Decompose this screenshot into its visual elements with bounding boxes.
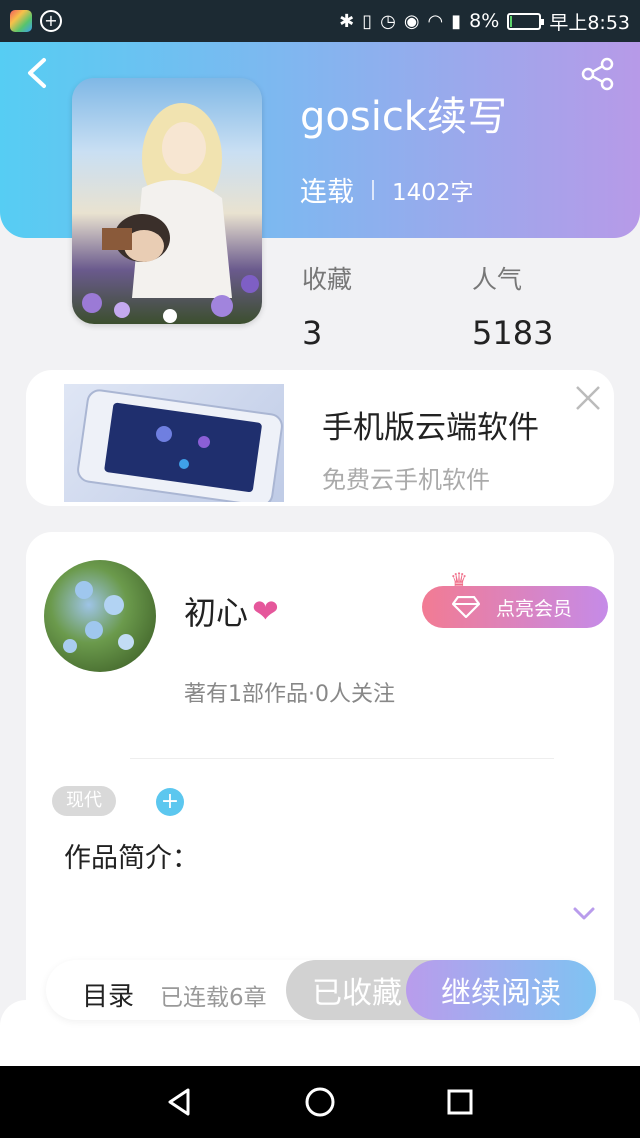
ad-image[interactable] <box>64 384 284 502</box>
battery-icon <box>507 12 545 30</box>
vibrate-icon: ▯ <box>362 10 373 32</box>
genre-tag[interactable]: 现代 <box>52 786 116 816</box>
author-name-row[interactable]: 初心 ❤ <box>184 588 279 634</box>
book-title: gosick续写 <box>300 94 507 140</box>
continue-reading-button[interactable]: 继续阅读 <box>406 960 596 1020</box>
ad-title[interactable]: 手机版云端软件 <box>322 402 539 447</box>
battery-level <box>510 15 513 27</box>
chevron-left-icon[interactable] <box>22 56 52 90</box>
add-tag-button[interactable]: + <box>156 788 184 816</box>
bluetooth-icon: ✱ <box>339 10 355 32</box>
word-count: 1402字 <box>392 179 474 206</box>
status-right: ✱ ▯ ◷ ◉ ◠ ▮ 8% 早上8:53 <box>339 8 630 35</box>
book-cover <box>72 78 262 324</box>
member-button-label[interactable]: 点亮会员 <box>496 594 572 621</box>
favorites-label: 收藏 <box>302 265 353 294</box>
favorites-stat: 收藏 3 <box>302 260 352 352</box>
intro-label: 作品简介： <box>64 843 199 874</box>
phone-illustration <box>77 389 283 502</box>
action-bar: 目录 已连载6章 已收藏 继续阅读 <box>46 960 596 1020</box>
alarm-icon: ◷ <box>380 10 396 32</box>
catalog-button[interactable]: 目录 <box>82 976 134 1013</box>
sim-alert-icon: ▮ <box>451 10 462 32</box>
plus-notification-icon: + <box>40 10 62 32</box>
heart-icon: ❤ <box>252 592 279 630</box>
status-bar: + ✱ ▯ ◷ ◉ ◠ ▮ 8% 早上8:53 <box>0 0 640 42</box>
avatar[interactable] <box>44 560 156 672</box>
recents-square-icon[interactable] <box>440 1082 480 1122</box>
home-circle-icon[interactable] <box>300 1082 340 1122</box>
app-notification-icon <box>10 10 32 32</box>
chevron-down-icon[interactable] <box>572 906 596 922</box>
popularity-value: 5183 <box>472 314 554 352</box>
popularity-label: 人气 <box>472 265 523 294</box>
chapters-count[interactable]: 已连载6章 <box>160 978 267 1012</box>
battery-percent: 8% <box>469 10 500 32</box>
activate-member-button[interactable]: 点亮会员 <box>422 586 608 628</box>
back-triangle-icon[interactable] <box>160 1082 200 1122</box>
wifi-icon: ◠ <box>427 10 444 32</box>
cover-illustration <box>82 103 259 323</box>
clock: 早上8:53 <box>549 11 630 34</box>
popularity-stat: 人气 5183 <box>472 260 553 352</box>
book-status-row: 连载 1402字 <box>300 170 474 209</box>
diamond-icon <box>452 596 480 618</box>
system-nav-bar <box>0 1066 640 1138</box>
serial-status: 连载 <box>300 177 354 208</box>
status-left: + <box>10 10 62 32</box>
author-meta: 著有1部作品·0人关注 <box>184 682 395 707</box>
close-icon[interactable] <box>574 384 602 412</box>
section-divider <box>130 758 554 759</box>
eye-icon: ◉ <box>403 10 420 32</box>
avatar-flowers <box>63 581 134 653</box>
ad-card[interactable]: 手机版云端软件 免费云手机软件 <box>26 370 614 506</box>
favorites-value: 3 <box>302 314 323 352</box>
author-name[interactable]: 初心 <box>184 588 248 634</box>
ad-subtitle: 免费云手机软件 <box>322 466 490 494</box>
share-icon[interactable] <box>580 56 616 92</box>
status-divider <box>372 179 374 200</box>
